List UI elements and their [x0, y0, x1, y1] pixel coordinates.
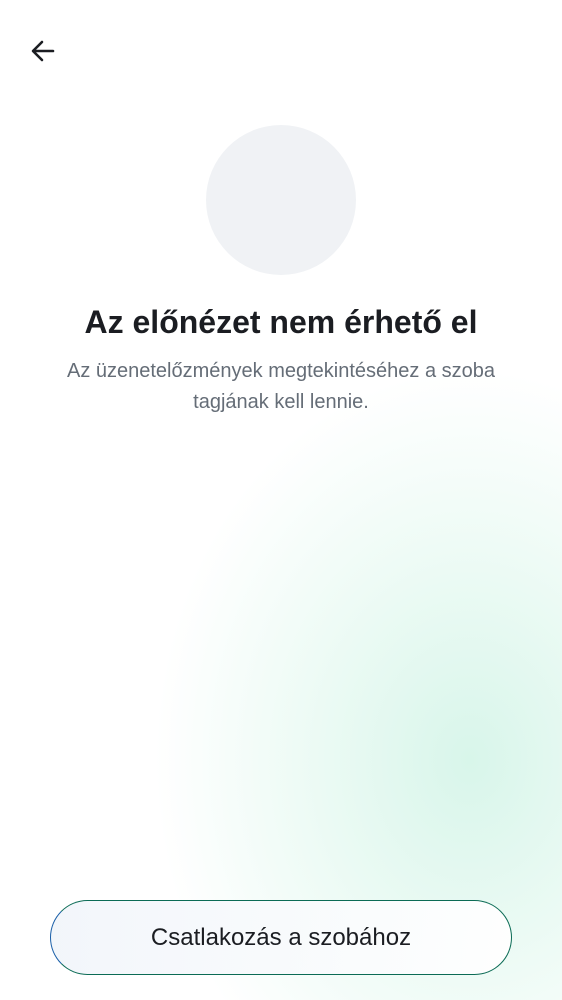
join-room-button[interactable]: Csatlakozás a szobához	[50, 900, 512, 975]
membership-required-message: Az üzenetelőzmények megtekintéséhez a sz…	[66, 360, 496, 413]
room-avatar-placeholder	[206, 125, 356, 275]
preview-unavailable-title: Az előnézet nem érhető el	[84, 304, 478, 340]
back-button[interactable]	[20, 28, 66, 74]
arrow-left-icon	[31, 40, 55, 62]
room-preview-screen: Az előnézet nem érhető el Az üzenetelőzm…	[0, 0, 562, 1000]
